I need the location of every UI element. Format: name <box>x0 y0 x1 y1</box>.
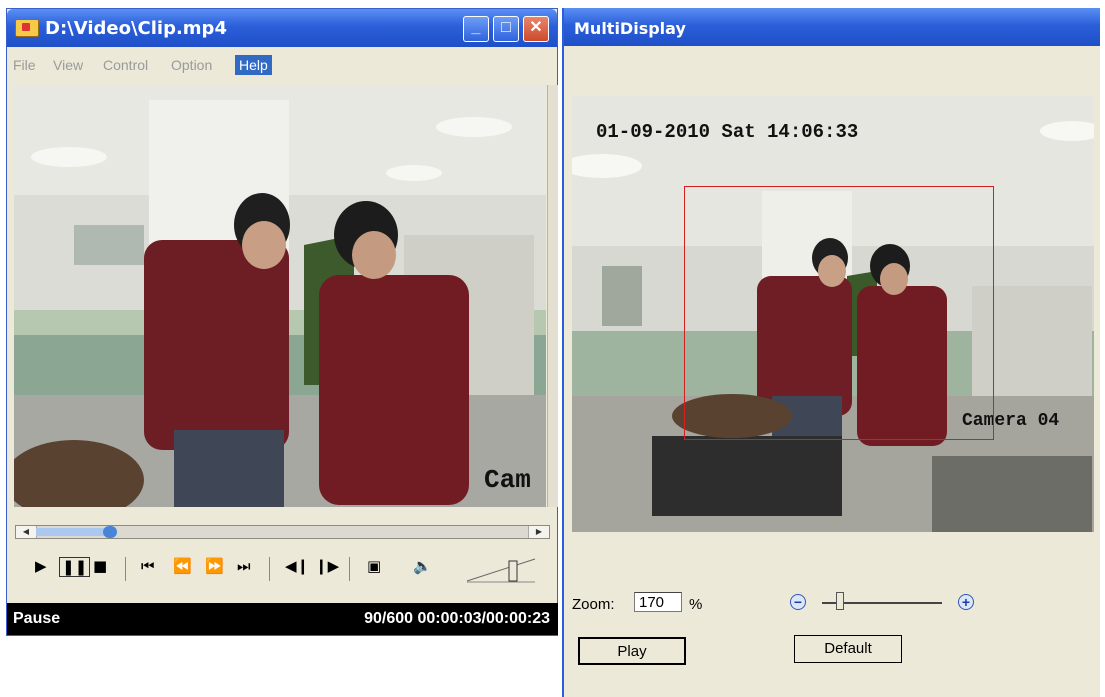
pause-icon[interactable]: ❚❚ <box>59 557 91 577</box>
default-button[interactable]: Default <box>794 635 902 663</box>
play-button[interactable]: Play <box>578 637 686 665</box>
plus-icon: + <box>961 594 971 610</box>
maximize-icon: □ <box>501 19 511 36</box>
skip-end-icon[interactable]: ⏭ <box>237 557 251 575</box>
divider <box>349 557 350 581</box>
step-forward-icon[interactable]: ❙▶ <box>315 557 339 575</box>
rewind-icon[interactable]: ⏪ <box>173 557 192 575</box>
minimize-button[interactable]: _ <box>463 16 489 42</box>
seek-right-icon[interactable]: ▶ <box>528 526 549 538</box>
fast-forward-icon[interactable]: ⏩ <box>205 557 224 575</box>
video-frame[interactable]: Cam <box>14 85 546 507</box>
multidisplay-title: MultiDisplay <box>574 19 686 38</box>
menu-help[interactable]: Help <box>235 55 272 75</box>
seek-bar[interactable]: ◀ ▶ <box>15 525 550 539</box>
playback-controls: ▶ ❚❚ ■ ⏮ ⏪ ⏩ ⏭ ◀❙ ❙▶ ▣ 🔈 <box>15 549 550 587</box>
close-icon: ✕ <box>529 19 543 36</box>
seek-progress-fill <box>36 528 111 536</box>
multidisplay-titlebar[interactable]: MultiDisplay <box>564 8 1100 46</box>
camera-overlay-label: Cam <box>484 465 531 495</box>
zoom-out-button[interactable]: − <box>790 594 806 610</box>
menu-control[interactable]: Control <box>103 57 148 73</box>
zoom-input[interactable] <box>634 592 682 612</box>
seek-left-icon[interactable]: ◀ <box>16 526 37 538</box>
volume-icon[interactable]: 🔈 <box>413 557 432 575</box>
playback-position: 90/600 00:00:03/00:00:23 <box>364 610 550 627</box>
video-scrollbar[interactable] <box>547 85 558 507</box>
seek-thumb[interactable] <box>103 526 118 538</box>
video-scene-image <box>14 85 546 507</box>
divider <box>269 557 270 581</box>
osd-datetime: 01-09-2010 Sat 14:06:33 <box>596 121 859 143</box>
maximize-button[interactable]: □ <box>493 16 519 42</box>
menu-view[interactable]: View <box>53 57 83 73</box>
multidisplay-window: MultiDisplay 01-09-2010 Sat 14:06:33 Cam… <box>562 8 1100 697</box>
status-bar: Pause 90/600 00:00:03/00:00:23 <box>7 603 558 635</box>
divider <box>125 557 126 581</box>
play-icon[interactable]: ▶ <box>35 557 47 575</box>
zoom-label: Zoom: <box>572 596 615 613</box>
minimize-icon: _ <box>471 19 481 36</box>
zoom-region-box[interactable] <box>684 186 994 440</box>
player-window: D:\Video\Clip.mp4 _ □ ✕ File View Contro… <box>6 8 558 636</box>
menu-option[interactable]: Option <box>171 57 212 73</box>
volume-slider[interactable] <box>465 555 537 585</box>
video-app-icon <box>15 19 39 37</box>
snapshot-icon[interactable]: ▣ <box>367 557 381 575</box>
menubar: File View Control Option Help <box>7 53 547 81</box>
step-back-icon[interactable]: ◀❙ <box>285 557 309 575</box>
player-titlebar[interactable]: D:\Video\Clip.mp4 _ □ ✕ <box>7 9 557 47</box>
menu-file[interactable]: File <box>13 57 36 73</box>
player-title: D:\Video\Clip.mp4 <box>45 18 227 39</box>
zoom-slider-thumb[interactable] <box>836 592 844 610</box>
zoom-unit: % <box>689 596 703 613</box>
skip-start-icon[interactable]: ⏮ <box>141 557 155 575</box>
minus-icon: − <box>793 594 803 610</box>
zoom-in-button[interactable]: + <box>958 594 974 610</box>
playback-state: Pause <box>13 610 61 627</box>
close-button[interactable]: ✕ <box>523 16 549 42</box>
stop-icon[interactable]: ■ <box>93 557 107 575</box>
multidisplay-video-frame[interactable]: 01-09-2010 Sat 14:06:33 Camera 04 <box>572 96 1094 532</box>
